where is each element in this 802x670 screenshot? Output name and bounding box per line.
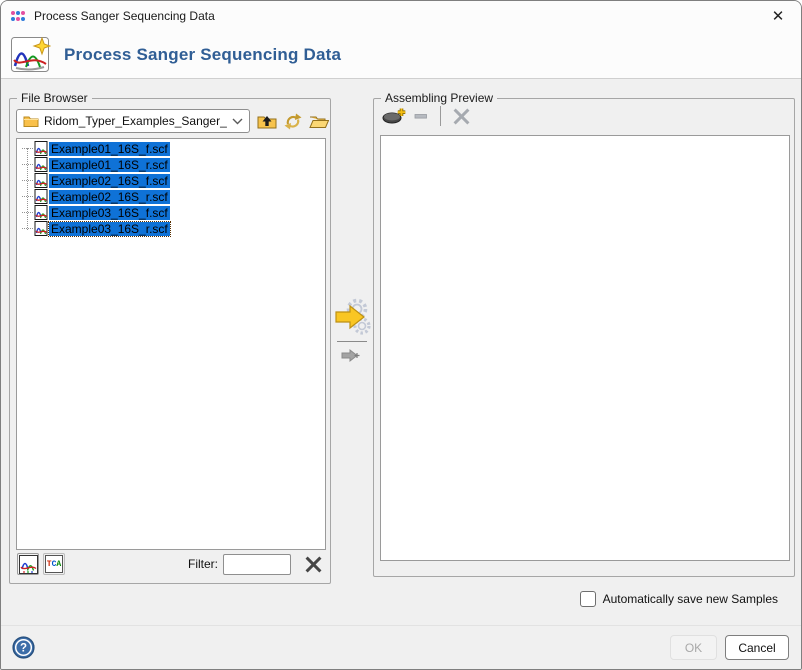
autosave-option: Automatically save new Samples [580, 590, 778, 608]
autosave-label[interactable]: Automatically save new Samples [603, 592, 778, 606]
folder-up-icon [257, 113, 277, 129]
tree-guide-line [27, 148, 28, 230]
process-gears-arrow-icon [333, 296, 373, 338]
delete-all-button[interactable] [448, 105, 474, 127]
file-list-item[interactable]: Example03_16S_f.scf [17, 205, 325, 220]
assembling-preview-group: Assembling Preview [373, 98, 795, 577]
filter-input[interactable] [223, 554, 291, 575]
assembly-preview-list[interactable] [380, 135, 790, 561]
chromatogram-file-icon [34, 221, 48, 236]
process-files-button[interactable] [332, 295, 374, 339]
chromatogram-filter-icon [19, 555, 38, 574]
file-name: Example01_16S_r.scf [49, 158, 170, 172]
file-name: Example03_16S_f.scf [49, 206, 170, 220]
file-list-item[interactable]: Example02_16S_f.scf [17, 173, 325, 188]
file-list-item[interactable]: Example01_16S_f.scf [17, 141, 325, 156]
chromatogram-file-icon [34, 141, 48, 156]
mid-separator [337, 341, 367, 342]
refresh-icon [284, 113, 302, 130]
chromatogram-star-icon [11, 37, 51, 73]
gray-arrow-icon [340, 348, 361, 363]
add-to-preview-button[interactable] [334, 345, 366, 365]
clear-filter-button[interactable] [301, 553, 325, 575]
remove-icon [414, 109, 428, 123]
chevron-down-icon [232, 118, 243, 125]
file-list-item[interactable]: Example02_16S_r.scf [17, 189, 325, 204]
chromatogram-file-icon [34, 157, 48, 172]
directory-combobox[interactable]: Ridom_Typer_Examples_Sanger_16S/ [16, 109, 250, 133]
refresh-button[interactable] [281, 110, 305, 132]
file-list-item[interactable]: Example03_16S_r.scf [17, 221, 325, 236]
tca-sequence-icon: TCA [45, 555, 63, 573]
cancel-button[interactable]: Cancel [725, 635, 789, 660]
app-logo-icon [10, 9, 26, 23]
close-icon: ✕ [772, 7, 785, 25]
footer: ? OK Cancel [1, 625, 801, 669]
folder-icon [23, 115, 39, 127]
open-folder-button[interactable] [307, 110, 331, 132]
parent-directory-button[interactable] [255, 110, 279, 132]
help-button[interactable]: ? [12, 636, 35, 659]
window-title: Process Sanger Sequencing Data [34, 9, 215, 23]
filter-label: Filter: [128, 557, 218, 571]
show-text-files-toggle[interactable]: TCA [43, 553, 65, 575]
file-name: Example02_16S_r.scf [49, 190, 170, 204]
chromatogram-file-icon [34, 189, 48, 204]
autosave-checkbox[interactable] [580, 591, 596, 607]
clear-filter-icon [305, 556, 322, 573]
file-name: Example01_16S_f.scf [49, 142, 170, 156]
chromatogram-file-icon [34, 173, 48, 188]
file-browser-group: File Browser Ridom_Typer_Examples_Sanger… [9, 98, 331, 584]
chromatogram-file-icon [34, 205, 48, 220]
file-name: Example02_16S_f.scf [49, 174, 170, 188]
file-browser-legend: File Browser [17, 91, 92, 106]
process-sanger-dialog: Process Sanger Sequencing Data ✕ Process… [0, 0, 802, 670]
close-button[interactable]: ✕ [755, 1, 801, 31]
file-list-item[interactable]: Example01_16S_r.scf [17, 157, 325, 172]
help-icon: ? [12, 636, 35, 659]
svg-text:?: ? [20, 643, 27, 655]
folder-open-icon [309, 114, 329, 129]
directory-path: Ridom_Typer_Examples_Sanger_16S/ [44, 114, 227, 128]
add-assembly-icon [382, 107, 408, 125]
show-chromatogram-files-toggle[interactable] [17, 553, 39, 575]
page-title: Process Sanger Sequencing Data [64, 45, 341, 65]
add-sample-button[interactable] [382, 105, 408, 127]
preview-toolbar [374, 103, 794, 129]
file-name: Example03_16S_r.scf [49, 222, 170, 236]
ok-button[interactable]: OK [670, 635, 717, 660]
titlebar: Process Sanger Sequencing Data ✕ [1, 1, 801, 31]
dialog-header: Process Sanger Sequencing Data [1, 31, 801, 79]
delete-icon [453, 108, 470, 125]
toolbar-separator [440, 106, 441, 126]
remove-sample-button[interactable] [408, 105, 434, 127]
file-list[interactable]: Example01_16S_f.scf Example01_16S_r.scf … [16, 138, 326, 550]
